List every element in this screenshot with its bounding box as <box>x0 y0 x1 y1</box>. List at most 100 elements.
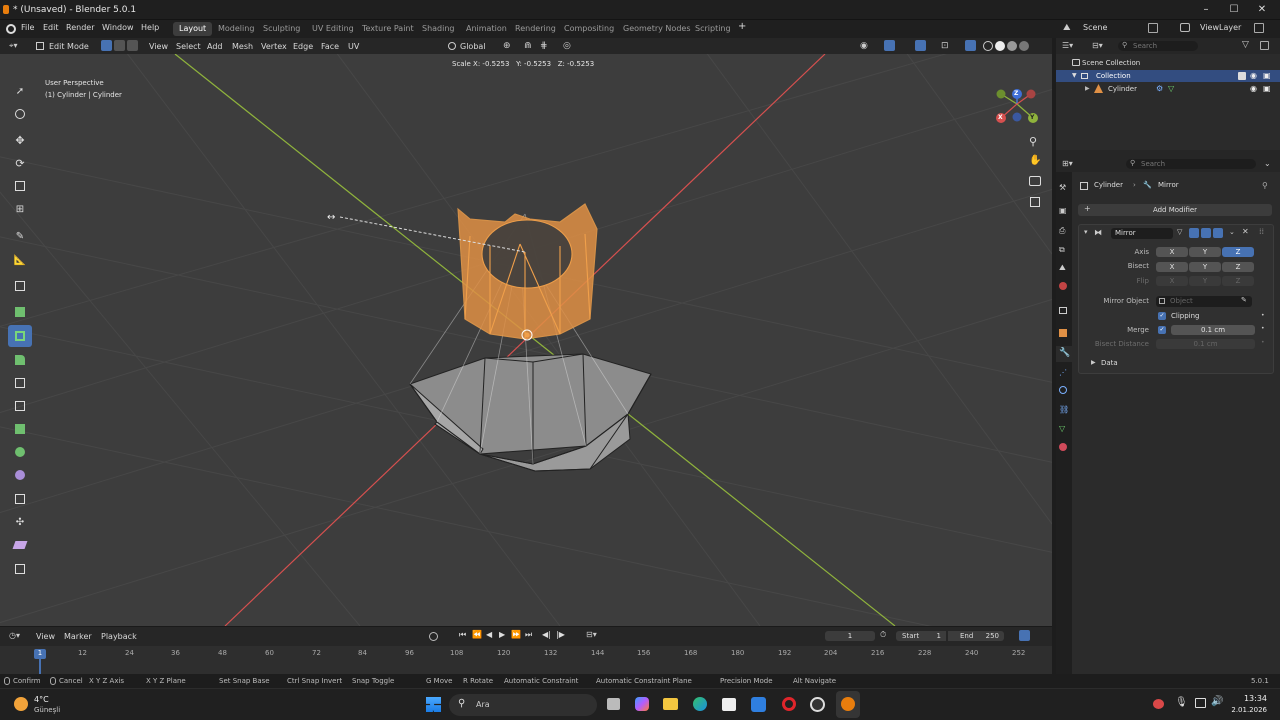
stopwatch-icon[interactable]: ⏱ <box>880 630 886 640</box>
bisect-z-toggle[interactable]: Z <box>1222 262 1254 272</box>
pan-hand-icon[interactable]: ✋ <box>1029 155 1043 169</box>
add-workspace-button[interactable]: + <box>738 21 746 32</box>
edge-select-mode-icon[interactable] <box>114 40 125 51</box>
modifier-drag-handle-icon[interactable]: ⁞⁞ <box>1259 227 1264 236</box>
header-menu-select[interactable]: Select <box>176 42 201 51</box>
timeline-ruler[interactable]: 1 12 24 36 48 60 72 84 96 108 120 132 14… <box>0 646 1052 675</box>
collection-tab-icon[interactable] <box>1059 307 1067 314</box>
gizmo-toggle-icon[interactable] <box>884 40 895 51</box>
scene-tab-icon[interactable]: ⛰ <box>1059 263 1066 273</box>
3d-viewport[interactable]: ↔ Z X Y User Perspective (1) Cylinder | … <box>0 54 1052 626</box>
annotate-tool[interactable]: ✎ <box>8 225 32 247</box>
tab-uv-editing[interactable]: UV Editing <box>306 22 360 36</box>
tab-layout[interactable]: Layout <box>173 22 213 36</box>
collection-label[interactable]: Collection <box>1096 72 1131 80</box>
auto-keying-icon[interactable] <box>429 632 438 641</box>
gizmo-label-z[interactable]: Z <box>1014 90 1018 97</box>
frame-end-field[interactable]: End 250 <box>948 631 1004 641</box>
axis-y-toggle[interactable]: Y <box>1189 247 1221 257</box>
xray-toggle-icon[interactable] <box>965 40 976 51</box>
scene-new-icon[interactable] <box>1148 23 1158 33</box>
edge-browser-icon[interactable] <box>693 697 707 711</box>
opera-icon[interactable] <box>782 697 796 711</box>
obs-app-icon[interactable] <box>810 697 825 712</box>
pivot-icon[interactable]: ⊕ <box>503 41 511 51</box>
render-toggle-icon[interactable] <box>1213 228 1223 238</box>
merge-keyframe-dot[interactable]: • <box>1261 325 1265 332</box>
outliner-editor-icon[interactable]: ☰▾ <box>1062 41 1073 50</box>
vpn-app-icon[interactable] <box>751 697 766 712</box>
particles-tab-icon[interactable]: ⋰ <box>1059 368 1067 377</box>
jump-keyframe-forward-icon[interactable]: ⏩ <box>511 630 521 639</box>
collection-exclude-checkbox[interactable] <box>1238 72 1246 80</box>
gizmo-label-y[interactable]: Y <box>1030 114 1034 121</box>
timeline-overlay-icon[interactable] <box>1019 630 1030 641</box>
orientation-selector[interactable]: Global <box>460 42 486 51</box>
outliner-display-icon[interactable]: ⊟▾ <box>1092 41 1103 50</box>
pin-icon[interactable]: ⚲ <box>1262 181 1268 190</box>
scale-tool[interactable] <box>8 175 32 197</box>
transform-tool[interactable]: ⊞ <box>8 198 32 220</box>
extrude-tool[interactable] <box>8 301 32 323</box>
object-tab-icon[interactable] <box>1059 329 1067 337</box>
ortho-toggle-icon[interactable] <box>1030 197 1040 207</box>
weather-icon[interactable] <box>14 697 28 711</box>
store-icon[interactable] <box>722 698 736 711</box>
clock-date[interactable]: 2.01.2026 <box>1222 706 1267 714</box>
axis-z-toggle[interactable]: Z <box>1222 247 1254 257</box>
rotate-tool[interactable]: ⟳ <box>8 152 32 174</box>
shear-tool[interactable] <box>8 534 32 556</box>
filter-icon[interactable]: ▽ <box>1242 40 1249 50</box>
tab-geometry-nodes[interactable]: Geometry Nodes <box>617 22 696 36</box>
measure-tool[interactable]: 📐 <box>8 249 32 271</box>
output-tab-icon[interactable]: ⎙ <box>1059 226 1065 236</box>
move-tool[interactable]: ✥ <box>8 129 32 151</box>
modifier-remove-icon[interactable]: ✕ <box>1242 227 1249 236</box>
merge-distance-field[interactable]: 0.1 cm <box>1171 325 1255 335</box>
properties-editor-icon[interactable]: ⊞▾ <box>1062 159 1073 168</box>
mode-selector[interactable]: Edit Mode <box>49 42 89 51</box>
scene-icon[interactable]: ⛰ <box>1063 23 1071 33</box>
cylinder-camera-icon[interactable]: ▣ <box>1263 84 1271 93</box>
tray-app-icon[interactable] <box>1153 699 1164 709</box>
minimize-button[interactable]: – <box>1199 3 1213 17</box>
header-menu-mesh[interactable]: Mesh <box>232 42 253 51</box>
snap-target-icon[interactable]: ⋕ <box>540 41 548 51</box>
modifier-tab-icon[interactable]: 🔧 <box>1056 346 1072 362</box>
start-button-icon[interactable] <box>426 697 441 712</box>
camera-view-icon[interactable] <box>1029 176 1041 186</box>
header-menu-uv[interactable]: UV <box>348 42 359 51</box>
mirror-object-field[interactable]: Object ✎ <box>1156 296 1252 307</box>
menu-render[interactable]: Render <box>66 23 94 32</box>
poly-build-tool[interactable] <box>8 418 32 440</box>
select-box-tool[interactable]: ➚ <box>8 80 32 102</box>
tab-texture-paint[interactable]: Texture Paint <box>356 22 420 36</box>
spin-tool[interactable] <box>8 441 32 463</box>
rip-region-tool[interactable] <box>8 558 32 580</box>
cylinder-expand-icon[interactable]: ▶ <box>1085 85 1090 92</box>
jump-end-icon[interactable]: ⏭ <box>525 630 532 640</box>
proportional-edit-icon[interactable]: ◎ <box>563 41 571 51</box>
modifier-name-field[interactable]: Mirror <box>1111 228 1173 239</box>
header-menu-view[interactable]: View <box>149 42 168 51</box>
jump-keyframe-back-icon[interactable]: ⏪ <box>472 630 482 639</box>
visibility-icon[interactable]: ◉ <box>860 41 868 51</box>
prev-keyframe-icon[interactable]: ◀| <box>542 630 551 639</box>
properties-options-icon[interactable]: ⌄ <box>1264 159 1271 168</box>
shrink-fatten-tool[interactable]: ✣ <box>8 511 32 533</box>
file-explorer-icon[interactable] <box>663 698 678 710</box>
realtime-toggle-icon[interactable] <box>1201 228 1211 238</box>
view-layer-name[interactable]: ViewLayer <box>1200 23 1241 32</box>
clipping-checkbox[interactable]: ✓ <box>1158 312 1166 320</box>
tab-compositing[interactable]: Compositing <box>558 22 620 36</box>
rendered-shading-icon[interactable] <box>1019 41 1029 51</box>
collection-camera-icon[interactable]: ▣ <box>1263 71 1271 80</box>
mesh-edit-overlay-icon[interactable]: ⊡ <box>941 41 949 51</box>
inset-tool[interactable] <box>8 325 32 347</box>
menu-window[interactable]: Window <box>102 23 134 32</box>
frame-range-field[interactable]: Start 1 <box>896 631 946 641</box>
close-button[interactable]: ✕ <box>1255 3 1269 17</box>
microphone-icon[interactable]: 🎙 <box>1175 697 1188 708</box>
solid-shading-icon[interactable] <box>995 41 1005 51</box>
menu-file[interactable]: File <box>21 23 34 32</box>
